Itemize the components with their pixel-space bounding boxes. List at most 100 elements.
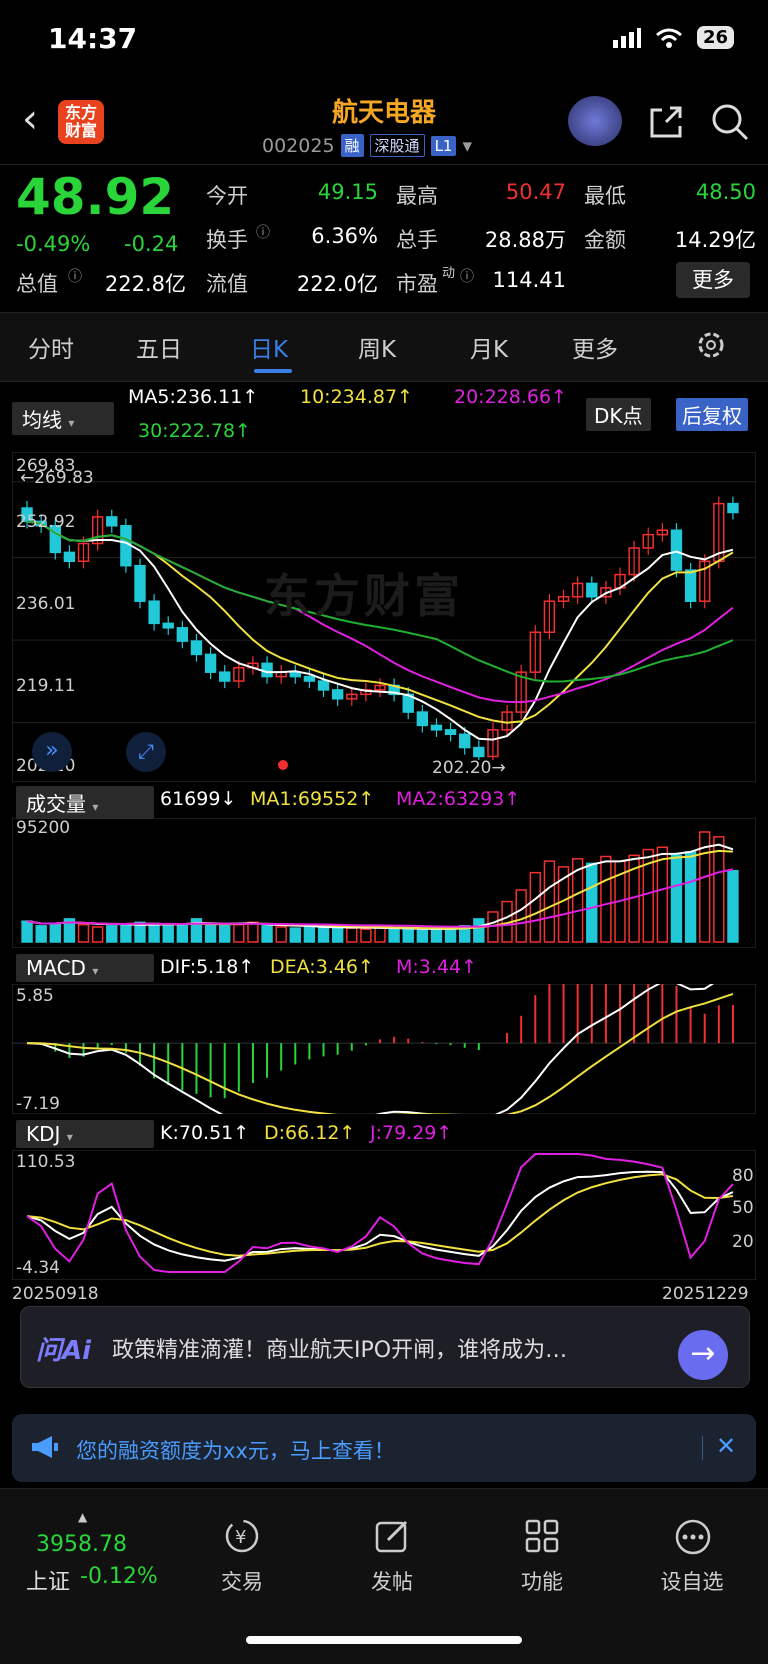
- volume-bar: [713, 836, 725, 943]
- volume-bar: [586, 862, 598, 943]
- volume-select[interactable]: 成交量 ▾: [16, 786, 154, 819]
- candle: [176, 627, 189, 642]
- watermark: 东方财富: [264, 569, 464, 623]
- date-start: 20250918: [12, 1284, 99, 1304]
- index-change[interactable]: -0.12%: [80, 1564, 158, 1589]
- kdj-select[interactable]: KDJ ▾: [16, 1120, 154, 1148]
- tab-monthly-k[interactable]: 月K: [470, 330, 508, 364]
- tab-intraday[interactable]: 分时: [28, 330, 74, 364]
- change-amount: -0.24: [124, 232, 179, 256]
- expand-left-icon[interactable]: »: [32, 732, 72, 772]
- info-icon[interactable]: ⓘ: [256, 222, 270, 242]
- mktcap-label: 总值: [16, 272, 58, 296]
- volume-bar: [77, 923, 90, 943]
- nav-watchlist[interactable]: 设自选: [642, 1566, 742, 1596]
- trade-icon[interactable]: ¥: [222, 1518, 262, 1554]
- volume-bar: [289, 927, 301, 943]
- high-label: 最高: [396, 184, 438, 208]
- kdj-select-label: KDJ: [26, 1122, 61, 1146]
- float-value: 222.0亿: [296, 272, 378, 296]
- ma5-line: [26, 520, 734, 741]
- candle: [416, 711, 429, 727]
- dk-point-button[interactable]: DK点: [586, 398, 651, 431]
- low-value: 48.50: [695, 180, 756, 204]
- promo-text[interactable]: 您的融资额度为xx元，马上查看！: [76, 1435, 395, 1465]
- macd-chart[interactable]: [12, 984, 756, 1114]
- status-icons: 26: [612, 26, 734, 49]
- more-dots-icon[interactable]: [674, 1518, 712, 1556]
- volume-bar: [388, 928, 400, 943]
- info-icon[interactable]: ⓘ: [68, 266, 82, 286]
- candle: [190, 640, 203, 656]
- info-icon[interactable]: ⓘ: [460, 266, 474, 286]
- volume-chart[interactable]: [12, 818, 756, 948]
- index-value[interactable]: 3958.78: [36, 1532, 127, 1557]
- news-headline[interactable]: 政策精准滴灌！商业航天IPO开闸，谁将成为…: [112, 1332, 567, 1364]
- caret-up-icon: ▲: [78, 1510, 88, 1524]
- arrow-right-icon[interactable]: →: [678, 1330, 728, 1380]
- nav-post[interactable]: 发帖: [342, 1566, 442, 1596]
- more-button[interactable]: 更多: [676, 262, 750, 298]
- grid-icon[interactable]: [524, 1518, 560, 1554]
- candle: [586, 582, 598, 598]
- candle: [134, 564, 146, 602]
- kdj-chart[interactable]: [12, 1150, 756, 1280]
- search-icon[interactable]: [710, 102, 750, 142]
- volume-bar: [317, 927, 330, 943]
- ma-select[interactable]: 均线 ▾: [12, 402, 114, 435]
- volume-bar: [473, 918, 485, 943]
- volume-bar: [727, 869, 739, 943]
- chart-frame: [12, 1150, 756, 1280]
- candle: [444, 729, 457, 736]
- ai-logo: 问Ai: [36, 1336, 92, 1366]
- kdj-d: D:66.12↑: [264, 1122, 356, 1144]
- fullscreen-icon[interactable]: ⤢: [126, 732, 166, 772]
- candle: [219, 671, 231, 682]
- volume-bar: [21, 920, 33, 943]
- turnover-label: 换手: [206, 228, 248, 252]
- volume-bar: [684, 851, 697, 943]
- nav-function[interactable]: 功能: [492, 1566, 592, 1596]
- settings-icon[interactable]: [696, 330, 726, 360]
- svg-text:¥: ¥: [235, 1527, 246, 1548]
- sgt-tag: 深股通: [369, 134, 425, 157]
- turnover-value: 6.36%: [311, 224, 378, 248]
- post-icon[interactable]: [374, 1518, 412, 1554]
- candle: [120, 525, 132, 567]
- ma30-label: 30:222.78↑: [138, 420, 251, 442]
- current-price: 48.92: [16, 168, 175, 226]
- ma20-label: 20:228.66↑: [454, 386, 567, 408]
- nav-trade[interactable]: 交易: [192, 1566, 292, 1596]
- volume-bar: [176, 923, 189, 943]
- candle: [684, 569, 697, 602]
- status-time: 14:37: [48, 22, 138, 55]
- share-icon[interactable]: [648, 104, 684, 140]
- event-dot[interactable]: [278, 760, 288, 770]
- amount-label: 金额: [584, 228, 626, 252]
- stock-subtitle[interactable]: 002025 融 深股通 L1 ▾: [262, 134, 472, 157]
- candle: [162, 622, 174, 629]
- kdj-j: J:79.29↑: [370, 1122, 453, 1144]
- volume-select-label: 成交量: [26, 792, 86, 816]
- candle: [317, 680, 330, 691]
- candle: [727, 502, 739, 514]
- dif-line: [27, 984, 715, 1114]
- tab-weekly-k[interactable]: 周K: [358, 330, 396, 364]
- macd-m: M:3.44↑: [396, 956, 478, 978]
- pe-value: 114.41: [492, 268, 566, 292]
- tab-daily-k[interactable]: 日K: [250, 330, 288, 364]
- candle: [473, 746, 485, 758]
- candle: [459, 733, 471, 749]
- high-value: 50.47: [505, 180, 566, 204]
- candle: [261, 662, 273, 678]
- index-name[interactable]: 上证: [26, 1564, 70, 1596]
- tab-five-day[interactable]: 五日: [136, 330, 182, 364]
- robot-avatar-icon[interactable]: [568, 96, 622, 146]
- macd-select[interactable]: MACD ▾: [16, 954, 154, 982]
- candle: [303, 675, 316, 682]
- volume-bar: [261, 925, 273, 943]
- tab-more[interactable]: 更多: [572, 330, 618, 364]
- amount-value: 14.29亿: [674, 228, 756, 252]
- adjust-button[interactable]: 后复权: [676, 398, 748, 431]
- close-icon[interactable]: ✕: [716, 1432, 736, 1460]
